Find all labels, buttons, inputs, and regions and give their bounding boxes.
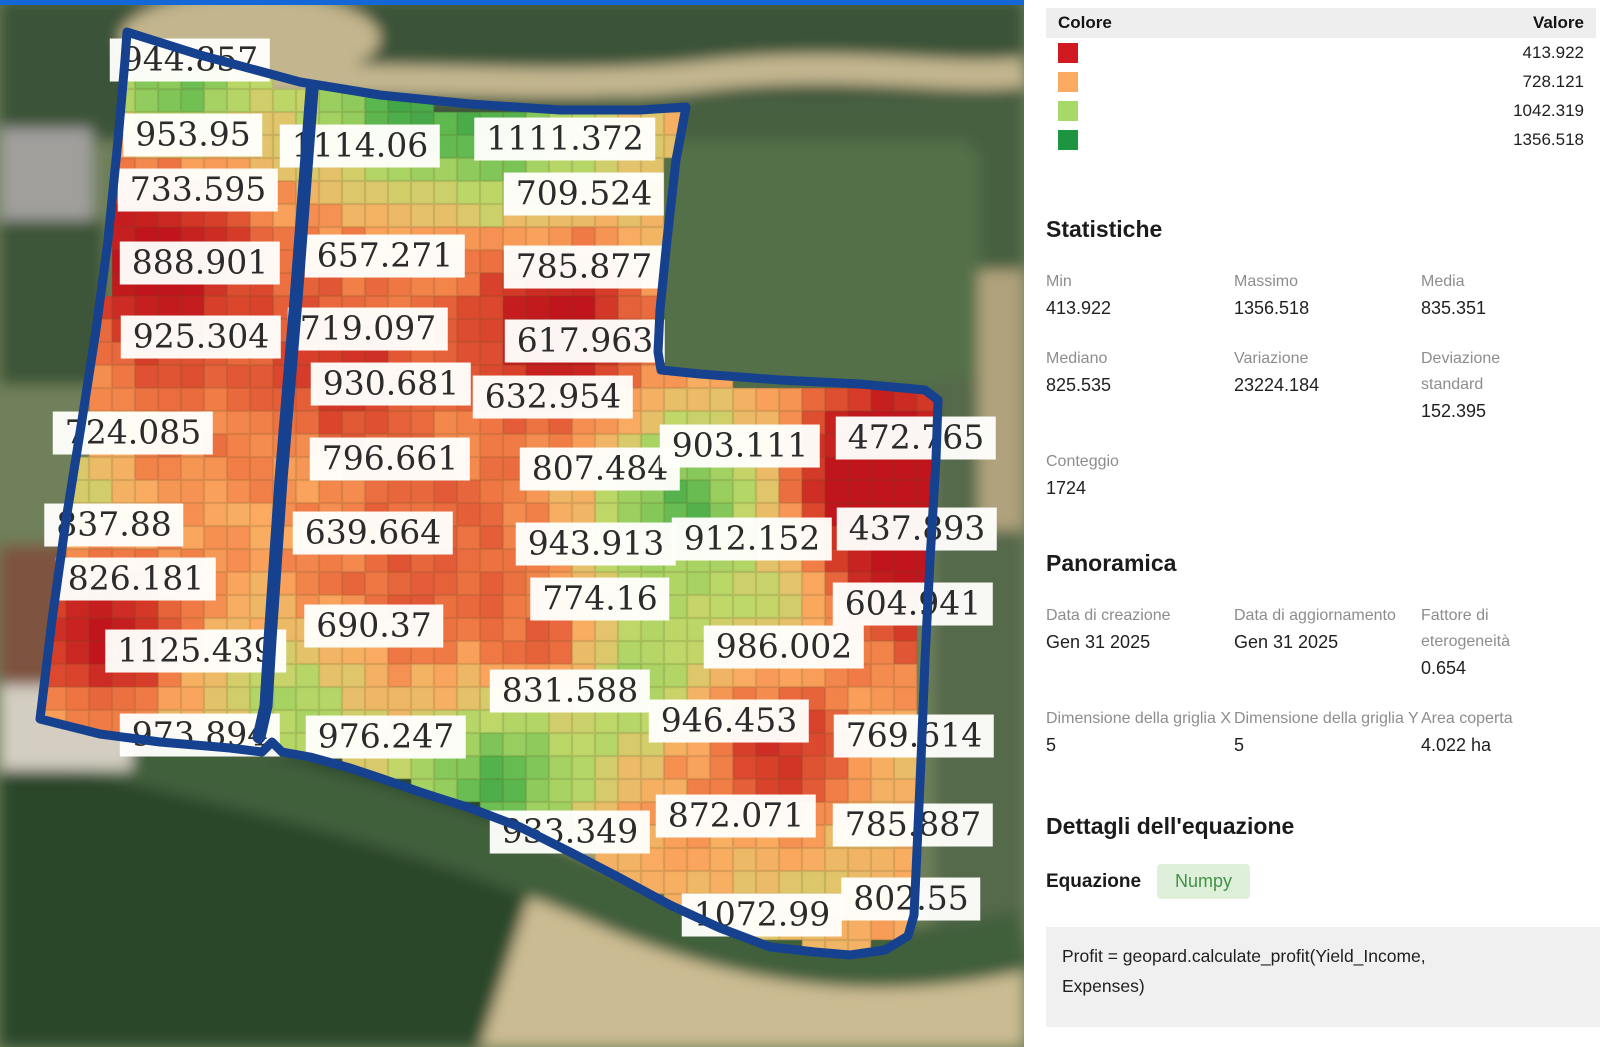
map-value-label: 888.901 <box>120 242 280 285</box>
map-value-label: 657.271 <box>305 235 465 278</box>
overview-grid-y: Dimensione della griglia Y 5 <box>1234 706 1421 759</box>
legend-value: 413.922 <box>1523 43 1584 63</box>
map-value-label: 604.941 <box>833 583 993 626</box>
map-value-label: 785.877 <box>504 246 664 289</box>
map-value-label: 986.002 <box>704 626 864 669</box>
legend-row: 413.922 <box>1046 38 1596 67</box>
map-value-label: 837.88 <box>44 504 183 547</box>
stat-max: Massimo 1356.518 <box>1234 269 1421 322</box>
legend-value-header: Valore <box>1533 13 1584 33</box>
details-panel: Colore Valore 413.922 728.121 1042.319 1… <box>1024 0 1600 1047</box>
map-value-label: 709.524 <box>504 173 664 216</box>
legend-row: 728.121 <box>1046 67 1596 96</box>
legend-value: 1042.319 <box>1513 101 1584 121</box>
legend-value: 728.121 <box>1523 72 1584 92</box>
map-value-label: 785.887 <box>833 804 993 847</box>
map-value-label: 1111.372 <box>474 118 655 161</box>
map-value-label: 933.349 <box>490 811 650 854</box>
map-value-label: 774.16 <box>530 578 669 621</box>
overview-area: Area coperta 4.022 ha <box>1421 706 1554 759</box>
value-labels-layer: 944.857 953.95 733.595 888.901 925.304 724.08… <box>0 0 1024 1047</box>
stat-mean: Media 835.351 <box>1421 269 1554 322</box>
stat-count: Conteggio 1724 <box>1046 449 1234 502</box>
equation-engine-badge[interactable]: Numpy <box>1157 864 1250 899</box>
map-value-label: 733.595 <box>118 169 278 212</box>
map-value-label: 724.085 <box>53 412 213 455</box>
map-value-label: 1114.06 <box>280 125 440 168</box>
map-value-label: 472.765 <box>836 417 996 460</box>
legend-table: Colore Valore 413.922 728.121 1042.319 1… <box>1046 8 1596 154</box>
legend-swatch-orange <box>1058 72 1078 92</box>
map-value-label: 953.95 <box>123 114 262 157</box>
map-value-label: 912.152 <box>672 518 832 561</box>
overview-grid: Data di creazione Gen 31 2025 Data di ag… <box>1046 603 1600 759</box>
statistics-grid: Min 413.922 Massimo 1356.518 Media 835.3… <box>1046 269 1600 502</box>
legend-color-header: Colore <box>1058 13 1112 33</box>
legend-header: Colore Valore <box>1046 8 1596 38</box>
overview-updated: Data di aggiornamento Gen 31 2025 <box>1234 603 1421 682</box>
map-value-label: 617.963 <box>505 320 665 363</box>
map-value-label: 930.681 <box>311 363 471 406</box>
overview-title: Panoramica <box>1046 550 1600 577</box>
map-value-label: 944.857 <box>110 39 270 82</box>
legend-swatch-red <box>1058 43 1078 63</box>
map-value-label: 769.614 <box>834 715 994 758</box>
map-value-label: 632.954 <box>473 376 633 419</box>
stat-median: Mediano 825.535 <box>1046 346 1234 425</box>
overview-created: Data di creazione Gen 31 2025 <box>1046 603 1234 682</box>
equation-code: Profit = geopard.calculate_profit(Yield_… <box>1046 927 1600 1027</box>
equation-row: Equazione Numpy <box>1046 864 1600 899</box>
map-value-label: 976.247 <box>306 716 466 759</box>
legend-swatch-green <box>1058 130 1078 150</box>
field-map[interactable]: 944.857 953.95 733.595 888.901 925.304 724.08… <box>0 0 1024 1047</box>
legend-row: 1042.319 <box>1046 96 1596 125</box>
map-value-label: 1072.99 <box>682 894 842 937</box>
overview-grid-x: Dimensione della griglia X 5 <box>1046 706 1234 759</box>
equation-label: Equazione <box>1046 871 1141 893</box>
statistics-title: Statistiche <box>1046 216 1600 243</box>
legend-row: 1356.518 <box>1046 125 1596 154</box>
map-value-label: 719.097 <box>288 308 448 351</box>
map-value-label: 946.453 <box>649 700 809 743</box>
map-value-label: 690.37 <box>304 605 443 648</box>
map-value-label: 639.664 <box>293 512 453 555</box>
stat-min: Min 413.922 <box>1046 269 1234 322</box>
map-value-label: 872.071 <box>656 795 816 838</box>
map-value-label: 802.55 <box>841 878 980 921</box>
app-window: 944.857 953.95 733.595 888.901 925.304 724.08… <box>0 0 1600 1047</box>
overview-heterogeneity: Fattore di eterogeneità 0.654 <box>1421 603 1554 682</box>
map-value-label: 807.484 <box>520 448 680 491</box>
map-value-label: 1125.439 <box>105 630 286 673</box>
map-value-label: 831.588 <box>490 670 650 713</box>
map-value-label: 973.894 <box>120 714 280 757</box>
map-value-label: 925.304 <box>121 316 281 359</box>
map-value-label: 903.111 <box>660 425 820 468</box>
map-value-label: 943.913 <box>516 523 676 566</box>
map-top-accent-bar <box>0 0 1024 5</box>
map-value-label: 437.893 <box>837 508 997 551</box>
legend-value: 1356.518 <box>1513 130 1584 150</box>
stat-stddev: Deviazione standard 152.395 <box>1421 346 1554 425</box>
legend-swatch-lightgreen <box>1058 101 1078 121</box>
stat-variance: Variazione 23224.184 <box>1234 346 1421 425</box>
equation-title: Dettagli dell'equazione <box>1046 813 1600 840</box>
map-value-label: 796.661 <box>310 438 470 481</box>
map-value-label: 826.181 <box>56 558 216 601</box>
